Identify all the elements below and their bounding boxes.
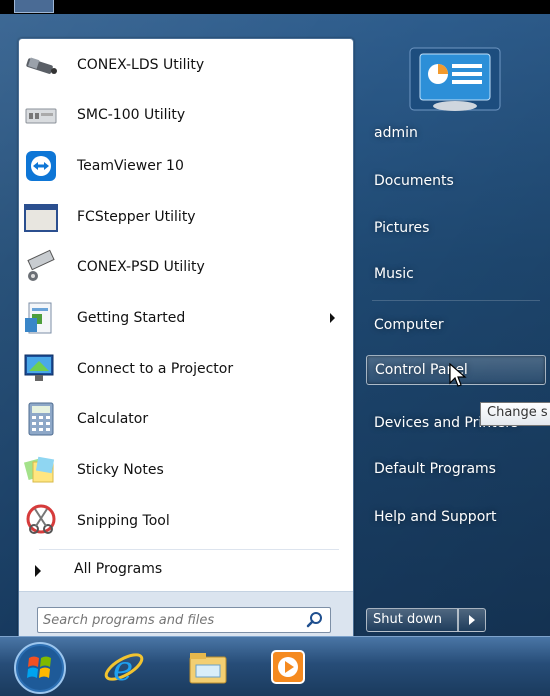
program-label: CONEX-LDS Utility <box>77 57 205 73</box>
conex-lds-icon <box>26 57 57 74</box>
calculator-icon <box>28 402 54 436</box>
right-item-admin[interactable]: admin <box>366 119 544 147</box>
start-orb-icon[interactable] <box>12 640 68 696</box>
program-label: SMC-100 Utility <box>77 107 186 123</box>
window-thumbnail <box>14 0 54 13</box>
program-fcstepper[interactable]: FCStepper Utility <box>21 194 349 240</box>
divider <box>372 300 540 301</box>
program-conex-lds[interactable]: CONEX-LDS Utility <box>21 42 349 88</box>
submenu-arrow-icon[interactable] <box>330 313 335 323</box>
screen-strip <box>0 0 550 14</box>
program-label: TeamViewer 10 <box>77 158 184 174</box>
user-picture-icon[interactable] <box>406 44 504 114</box>
program-getting-started[interactable]: Getting Started <box>21 295 349 341</box>
right-item-label: admin <box>374 125 418 141</box>
media-player-icon[interactable] <box>266 645 310 689</box>
tooltip-text: Change s <box>487 405 548 420</box>
taskbar: e <box>0 636 550 696</box>
expand-arrow-icon <box>35 565 41 577</box>
program-label: CONEX-PSD Utility <box>77 259 205 275</box>
arrow-right-icon <box>469 615 475 625</box>
right-item-pictures[interactable]: Pictures <box>366 214 544 242</box>
sticky-notes-icon <box>23 456 55 483</box>
getting-started-icon <box>25 302 52 334</box>
right-item-documents[interactable]: Documents <box>366 167 544 195</box>
right-item-label: Computer <box>374 317 444 333</box>
file-explorer-icon[interactable] <box>186 645 230 689</box>
mouse-cursor-icon <box>449 363 467 387</box>
right-item-default-programs[interactable]: Default Programs <box>366 455 544 483</box>
search-box[interactable] <box>37 607 331 633</box>
svg-text:e: e <box>113 649 133 689</box>
program-snipping-tool[interactable]: Snipping Tool <box>21 498 349 544</box>
right-item-music[interactable]: Music <box>366 260 544 288</box>
program-label: FCStepper Utility <box>77 209 196 225</box>
smc100-icon <box>25 108 57 124</box>
program-smc100[interactable]: SMC-100 Utility <box>21 92 349 138</box>
teamviewer-icon <box>26 151 56 181</box>
programs-panel: CONEX-LDS Utility SMC-100 Utility TeamVi… <box>18 38 354 647</box>
conex-psd-icon <box>27 249 55 281</box>
projector-icon <box>24 354 54 381</box>
shutdown-button[interactable]: Shut down <box>366 608 458 632</box>
program-label: Snipping Tool <box>77 513 170 529</box>
snipping-tool-icon <box>26 504 56 534</box>
divider <box>39 549 339 550</box>
all-programs-button[interactable]: All Programs <box>21 556 349 586</box>
fcstepper-icon <box>24 204 58 232</box>
program-label: Sticky Notes <box>77 462 164 478</box>
program-label: Getting Started <box>77 310 186 326</box>
right-item-label: Documents <box>374 173 454 189</box>
search-icon[interactable] <box>306 611 324 629</box>
internet-explorer-icon[interactable]: e <box>102 645 146 689</box>
shutdown-label: Shut down <box>373 612 443 627</box>
program-sticky-notes[interactable]: Sticky Notes <box>21 447 349 493</box>
shutdown-options-button[interactable] <box>458 608 486 632</box>
right-item-label: Pictures <box>374 220 430 236</box>
program-label: Connect to a Projector <box>77 361 234 377</box>
program-calculator[interactable]: Calculator <box>21 396 349 442</box>
program-label: Calculator <box>77 411 149 427</box>
search-input[interactable] <box>41 609 300 631</box>
program-connect-projector[interactable]: Connect to a Projector <box>21 346 349 392</box>
start-menu: CONEX-LDS Utility SMC-100 Utility TeamVi… <box>0 14 550 647</box>
shutdown-group: Shut down <box>366 608 486 632</box>
right-item-label: Help and Support <box>374 509 497 525</box>
tooltip: Change s <box>480 402 550 426</box>
right-item-label: Default Programs <box>374 461 496 477</box>
right-item-label: Music <box>374 266 414 282</box>
all-programs-label: All Programs <box>74 561 163 577</box>
program-conex-psd[interactable]: CONEX-PSD Utility <box>21 244 349 290</box>
right-item-computer[interactable]: Computer <box>366 311 544 339</box>
right-item-help-support[interactable]: Help and Support <box>366 503 544 531</box>
program-teamviewer[interactable]: TeamViewer 10 <box>21 143 349 189</box>
